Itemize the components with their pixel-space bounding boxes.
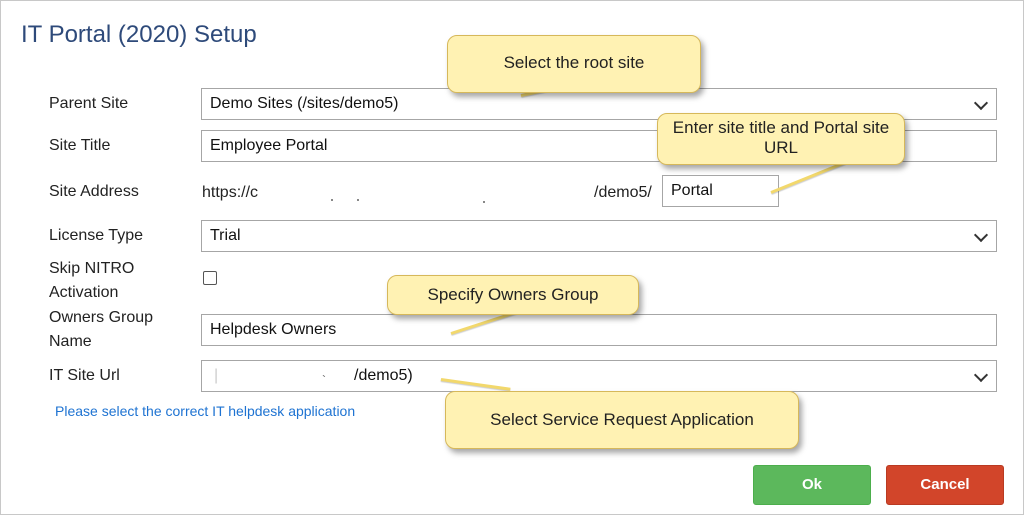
skip-nitro-checkbox[interactable] [203, 271, 217, 285]
license-type-select[interactable]: Trial [201, 220, 997, 252]
callout-root-site: Select the root site [447, 35, 701, 93]
redaction-artifact [357, 199, 359, 201]
skip-nitro-label-line2: Activation [49, 284, 119, 301]
license-type-value: Trial [210, 227, 241, 244]
site-address-prefix: https://c [202, 184, 259, 201]
cancel-button[interactable]: Cancel [886, 465, 1004, 505]
callout-owners-group: Specify Owners Group [387, 275, 639, 315]
site-address-label: Site Address [49, 183, 139, 200]
dialog-title: IT Portal (2020) Setup [21, 21, 257, 48]
owners-group-input[interactable]: Helpdesk Owners [201, 314, 997, 346]
chevron-down-icon [973, 95, 989, 111]
skip-nitro-label-line1: Skip NITRO [49, 260, 135, 277]
redaction-artifact: ` [322, 373, 326, 387]
redaction-artifact: | [214, 367, 219, 384]
callout-service-request: Select Service Request Application [445, 391, 799, 449]
parent-site-value: Demo Sites (/sites/demo5) [210, 95, 399, 112]
site-address-suffix: /demo5/ [594, 184, 652, 201]
owners-group-value: Helpdesk Owners [210, 321, 337, 338]
owners-group-label-line1: Owners Group [49, 309, 154, 326]
redaction-artifact [483, 201, 485, 203]
callout-site-title: Enter site title and Portal site URL [657, 113, 905, 165]
helper-link[interactable]: Please select the correct IT helpdesk ap… [55, 403, 355, 419]
ok-button[interactable]: Ok [753, 465, 871, 505]
it-site-url-select[interactable]: | ` /demo5) [201, 360, 997, 392]
it-site-url-label: IT Site Url [49, 367, 120, 384]
license-type-label: License Type [49, 227, 143, 244]
callout-site-title-text: Enter site title and Portal site URL [672, 118, 890, 157]
chevron-down-icon [973, 367, 989, 383]
callout-service-request-text: Select Service Request Application [490, 410, 754, 429]
parent-site-label: Parent Site [49, 95, 129, 112]
setup-dialog: IT Portal (2020) Setup Parent Site Demo … [0, 0, 1024, 515]
site-title-value: Employee Portal [210, 137, 328, 154]
callout-root-site-text: Select the root site [503, 53, 645, 72]
callout-owners-group-text: Specify Owners Group [427, 285, 599, 304]
site-title-label: Site Title [49, 137, 111, 154]
redaction-artifact [331, 199, 333, 201]
chevron-down-icon [973, 227, 989, 243]
it-site-url-value: /demo5) [354, 367, 413, 384]
site-url-input[interactable]: Portal [662, 175, 779, 207]
site-url-value: Portal [671, 182, 713, 199]
callout-pointer [770, 161, 846, 194]
owners-group-label-line2: Name [49, 333, 92, 350]
